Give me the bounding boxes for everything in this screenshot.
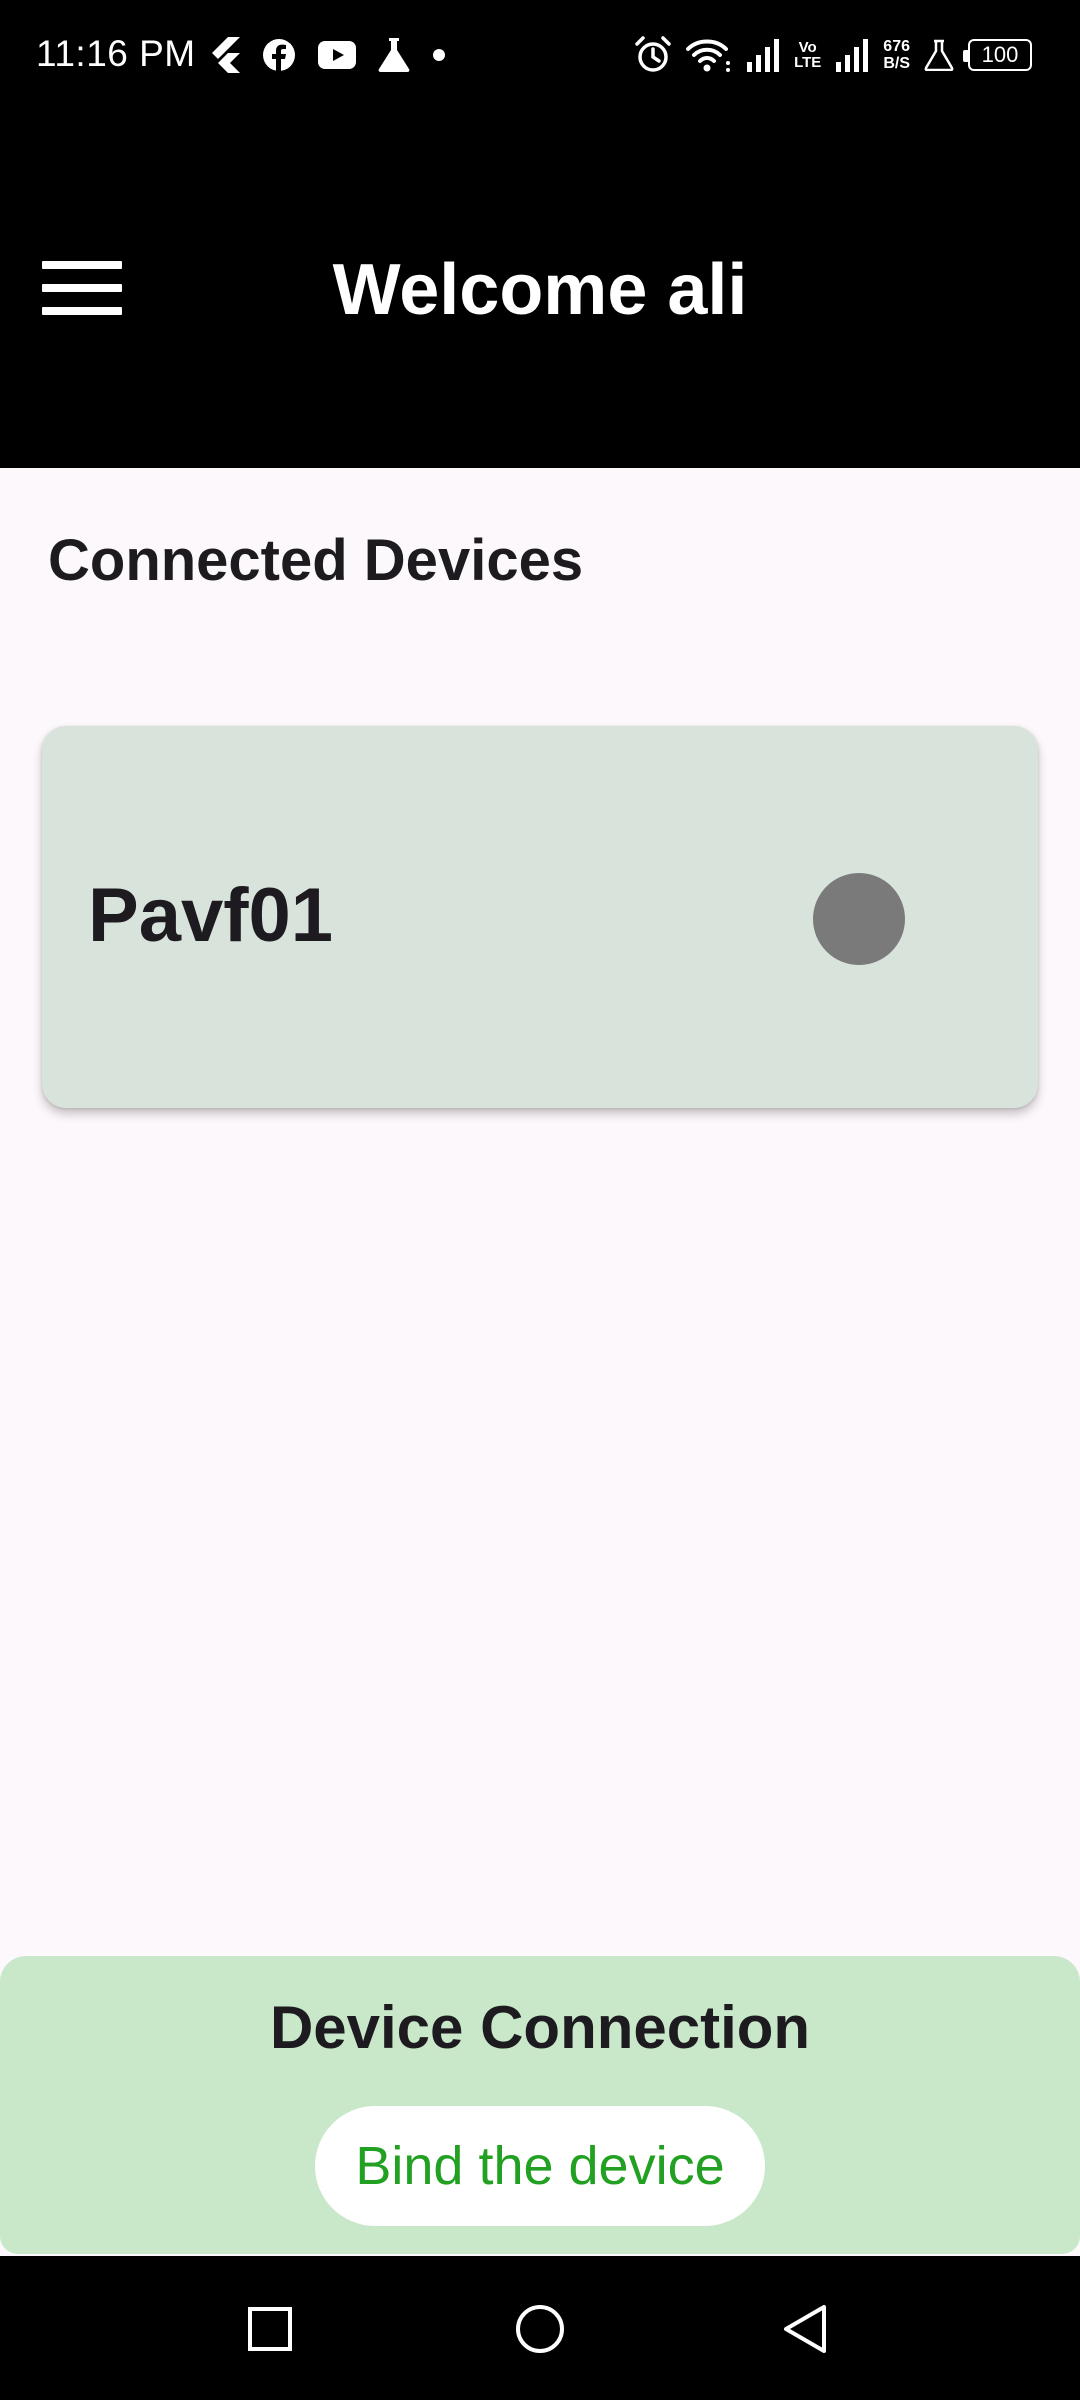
facebook-icon (263, 39, 295, 72)
vo-label: Vo (798, 39, 817, 56)
panel-title: Device Connection (269, 1994, 811, 2061)
flask-icon (924, 39, 954, 71)
recents-icon (248, 2307, 292, 2351)
recents-button[interactable] (225, 2284, 315, 2374)
vo-lte-indicator: Vo LTE (794, 40, 821, 70)
status-time: 11:16 PM (36, 33, 196, 74)
signal-icon (836, 39, 869, 72)
network-speed-value: 676 (883, 38, 910, 55)
battery-level: 100 (981, 42, 1019, 67)
home-icon (516, 2305, 564, 2353)
network-speed-unit: B/S (883, 55, 910, 72)
page-title: Welcome ali (332, 250, 748, 330)
device-name: Pavf01 (88, 873, 334, 958)
alarm-icon (635, 36, 671, 72)
wifi-icon (686, 39, 731, 72)
device-card[interactable]: Pavf01 (42, 726, 1038, 1108)
signal-icon (747, 39, 780, 72)
home-button[interactable] (495, 2284, 585, 2374)
app-bar: Welcome ali (0, 108, 1080, 468)
bind-device-button[interactable]: Bind the device (315, 2106, 765, 2226)
back-button[interactable] (760, 2284, 850, 2374)
device-status-indicator (813, 873, 905, 965)
flask-icon (378, 38, 410, 72)
flutter-icon (212, 37, 240, 73)
lte-label: LTE (794, 54, 822, 71)
navigation-bar (0, 2256, 1080, 2400)
system-status-icons: Vo LTE 676 B/S 100 (634, 30, 1032, 80)
network-speed: 676 B/S (883, 38, 910, 72)
status-bar: 11:16 PM Vo LTE 676 B/S 100 (0, 0, 1080, 108)
notification-icons (208, 30, 446, 80)
dot-icon (433, 49, 445, 61)
device-connection-panel: Device Connection Bind the device (0, 1956, 1080, 2254)
youtube-icon (318, 41, 356, 69)
back-icon (784, 2305, 826, 2353)
section-title: Connected Devices (48, 528, 584, 593)
battery-indicator: 100 (963, 39, 1032, 71)
